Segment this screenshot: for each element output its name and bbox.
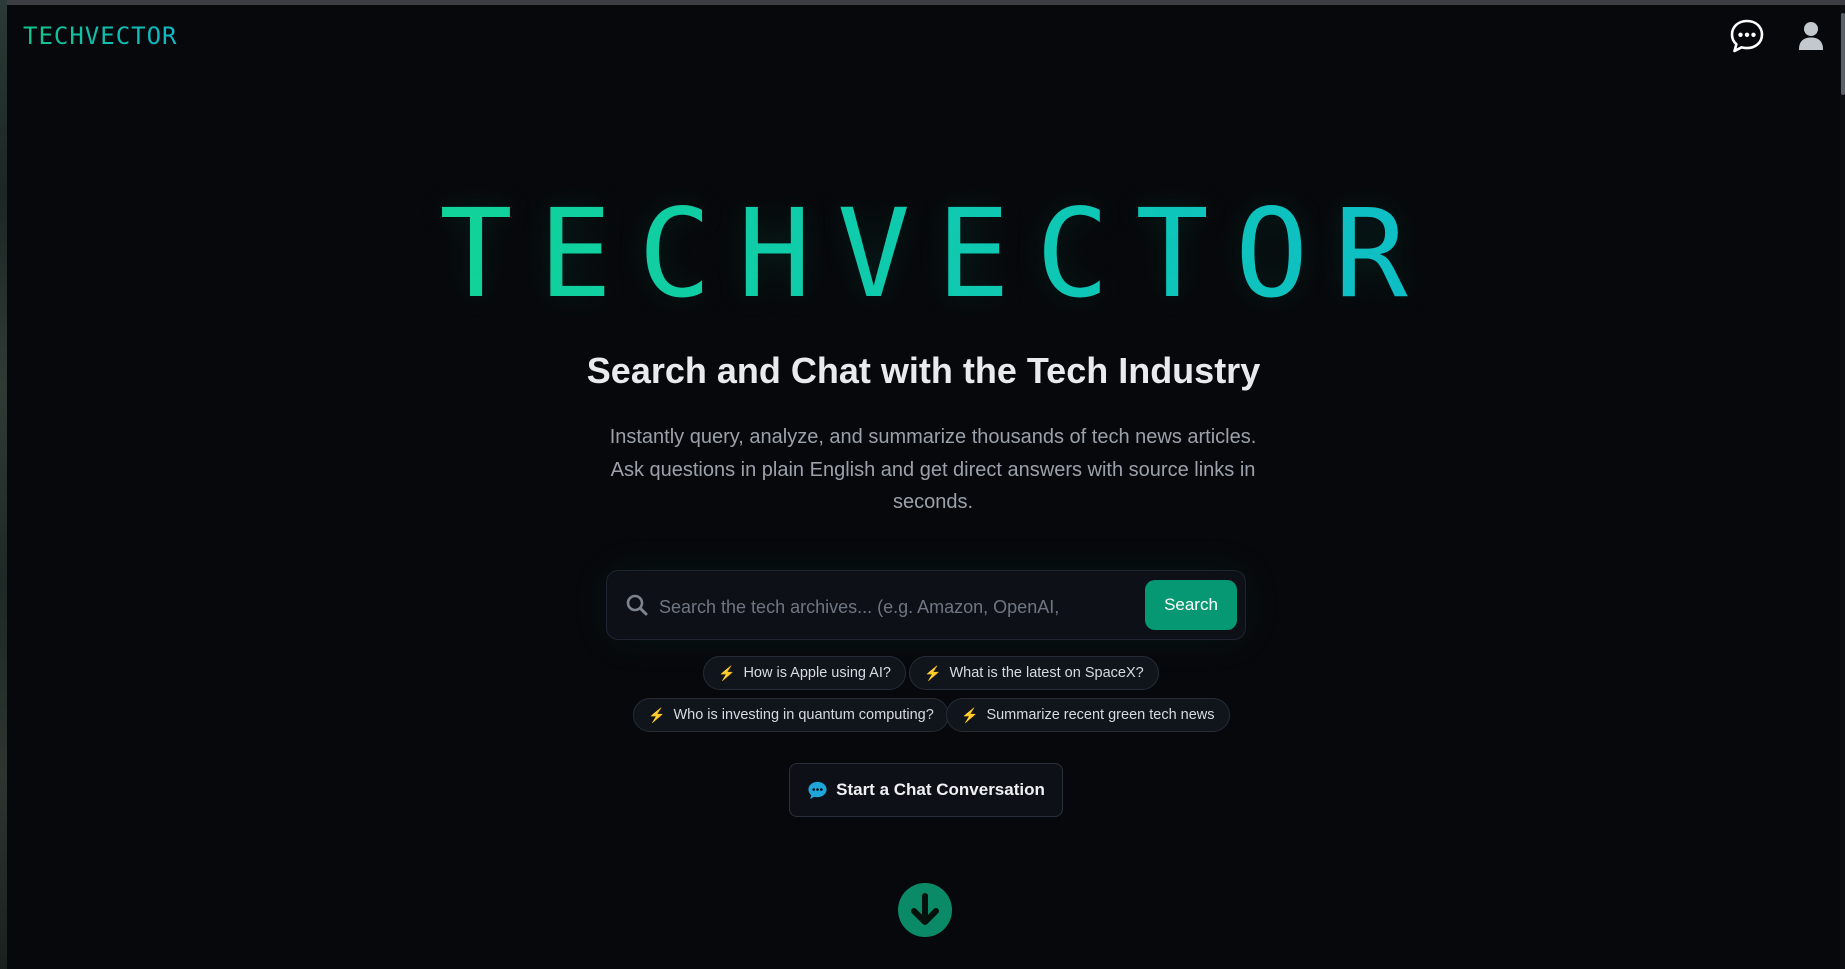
search-icon — [626, 594, 648, 616]
suggestion-chip[interactable]: ⚡ What is the latest on SpaceX? — [909, 656, 1159, 690]
suggestion-label: Who is investing in quantum computing? — [673, 707, 934, 723]
search-button[interactable]: Search — [1145, 580, 1237, 630]
suggestion-label: What is the latest on SpaceX? — [949, 665, 1144, 681]
lightning-icon: ⚡ — [961, 706, 979, 723]
window-left-edge — [0, 0, 7, 969]
suggestion-label: Summarize recent green tech news — [986, 707, 1215, 723]
search-input[interactable] — [657, 587, 1061, 627]
suggestion-chip[interactable]: ⚡ Who is investing in quantum computing? — [633, 698, 949, 732]
scrollbar-thumb[interactable] — [1841, 13, 1845, 95]
page: TECHVECTOR TECHVECTOR Search and Chat wi… — [7, 5, 1840, 969]
page-scrollbar[interactable] — [1840, 5, 1845, 969]
chat-bubble-icon — [808, 781, 827, 799]
lightning-icon: ⚡ — [648, 706, 666, 723]
header-user-button[interactable] — [1795, 19, 1827, 53]
chat-bubble-icon — [1730, 19, 1764, 53]
hero-subtitle: Search and Chat with the Tech Industry — [586, 350, 1261, 391]
suggestion-label: How is Apple using AI? — [743, 665, 891, 681]
header-chat-button[interactable] — [1727, 17, 1767, 57]
user-icon — [1799, 22, 1823, 50]
arrow-down-icon — [911, 893, 939, 925]
lightning-icon: ⚡ — [718, 664, 736, 681]
start-chat-button[interactable]: Start a Chat Conversation — [789, 763, 1063, 817]
scroll-down-button[interactable] — [898, 883, 952, 937]
lightning-icon: ⚡ — [924, 664, 942, 681]
hero-title: TECHVECTOR — [7, 189, 1840, 319]
start-chat-label: Start a Chat Conversation — [836, 780, 1045, 799]
suggestion-chip[interactable]: ⚡ How is Apple using AI? — [703, 656, 906, 690]
search-bar: Search — [606, 570, 1246, 640]
hero-description: Instantly query, analyze, and summarize … — [609, 426, 1257, 513]
suggestion-chip[interactable]: ⚡ Summarize recent green tech news — [946, 698, 1230, 732]
header-brand-logo[interactable]: TECHVECTOR — [23, 22, 178, 50]
